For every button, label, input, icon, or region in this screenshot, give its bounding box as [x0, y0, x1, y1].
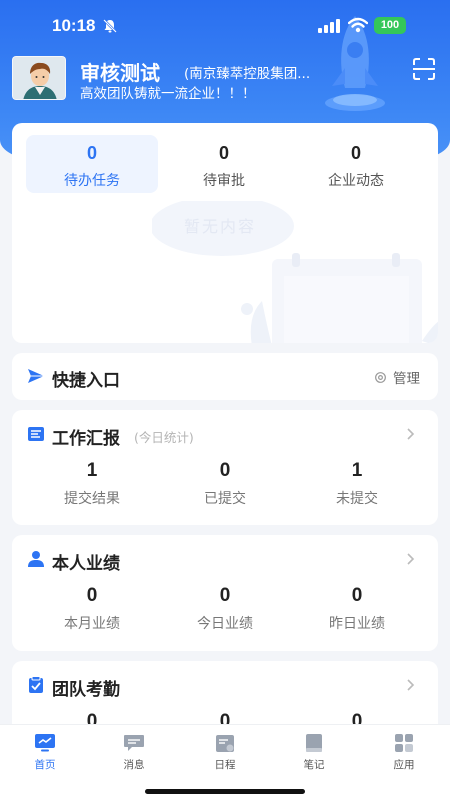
- apps-icon: [395, 734, 413, 752]
- chevron-right-icon: [407, 553, 415, 565]
- stat-not-submitted[interactable]: 1 未提交: [286, 460, 428, 508]
- work-report-subtitle: (今日统计): [134, 430, 194, 445]
- tab-apps[interactable]: 应用: [374, 733, 434, 772]
- stat-yesterday-performance[interactable]: 0 昨日业绩: [286, 585, 428, 633]
- today-performance-label: 今日业绩: [197, 616, 253, 632]
- tab-apps-label: 应用: [393, 759, 415, 771]
- quick-entry-card[interactable]: 快捷入口 管理: [12, 353, 438, 400]
- pending-approval-label: 待审批: [203, 173, 245, 189]
- manage-button[interactable]: 管理: [374, 367, 420, 387]
- tasks-card: 0 待办任务 0 待审批 0 企业动态 暂无内容: [12, 123, 438, 343]
- notebook-icon: [306, 734, 322, 752]
- performance-title: 本人业绩: [52, 554, 120, 574]
- tab-messages-label: 消息: [123, 759, 145, 771]
- pending-tasks-label: 待办任务: [64, 173, 120, 189]
- today-performance-value: 0: [219, 585, 231, 606]
- calendar-icon: [216, 735, 234, 752]
- chevron-right-icon: [407, 679, 415, 691]
- tab-home[interactable]: 首页: [15, 733, 75, 772]
- pending-approval-count: 0: [218, 143, 229, 163]
- clipboard-check-icon: [29, 676, 43, 693]
- user-avatar-icon: [13, 57, 65, 99]
- settings-icon: [375, 371, 386, 383]
- tab-schedule-label: 日程: [214, 759, 236, 771]
- status-time: 10:18: [52, 16, 96, 35]
- wifi-icon: [348, 17, 368, 33]
- submitted-label: 已提交: [204, 491, 246, 507]
- submitted-value: 0: [219, 460, 231, 481]
- company-news-count: 0: [350, 143, 361, 163]
- monthly-performance-value: 0: [86, 585, 98, 606]
- performance-card[interactable]: 本人业绩 0 本月业绩 0 今日业绩 0 昨日业绩: [12, 535, 438, 651]
- home-icon: [35, 734, 55, 752]
- tab-pending-tasks[interactable]: 0 待办任务: [26, 135, 158, 193]
- message-icon: [124, 735, 144, 751]
- submitted-results-label: 提交结果: [64, 491, 120, 507]
- report-icon: [28, 427, 44, 441]
- quick-entry-title: 快捷入口: [52, 371, 120, 391]
- yesterday-performance-value: 0: [351, 585, 363, 606]
- avatar[interactable]: [12, 56, 66, 100]
- company-group: (南京臻萃控股集团...: [184, 66, 311, 82]
- not-submitted-label: 未提交: [336, 491, 378, 507]
- tab-notes[interactable]: 笔记: [284, 733, 344, 772]
- attendance-title: 团队考勤: [52, 680, 120, 700]
- battery-indicator: 100: [374, 17, 406, 34]
- home-indicator: [145, 789, 305, 794]
- submitted-results-value: 1: [86, 460, 98, 481]
- chevron-right-icon: [407, 428, 415, 440]
- tab-notes-label: 笔记: [303, 759, 325, 771]
- tab-company-news[interactable]: 0 企业动态: [290, 135, 422, 193]
- bell-muted-icon: [103, 19, 117, 33]
- status-bar: 10:18 100: [0, 0, 450, 50]
- signal-icon: [318, 19, 340, 33]
- yesterday-performance-label: 昨日业绩: [329, 616, 385, 632]
- scan-icon[interactable]: [412, 58, 436, 80]
- stat-submitted-results[interactable]: 1 提交结果: [21, 460, 163, 508]
- work-report-card[interactable]: 工作汇报 (今日统计) 1 提交结果 0 已提交 1 未提交: [12, 410, 438, 525]
- stat-monthly-performance[interactable]: 0 本月业绩: [21, 585, 163, 633]
- manage-label: 管理: [393, 371, 420, 387]
- send-icon: [28, 369, 44, 383]
- stat-submitted[interactable]: 0 已提交: [154, 460, 296, 508]
- empty-state-text: 暂无内容: [184, 217, 257, 236]
- monthly-performance-label: 本月业绩: [64, 616, 120, 632]
- stat-today-performance[interactable]: 0 今日业绩: [154, 585, 296, 633]
- tab-schedule[interactable]: 日程: [195, 733, 255, 772]
- pending-tasks-count: 0: [86, 143, 97, 163]
- tab-messages[interactable]: 消息: [104, 733, 164, 772]
- company-news-label: 企业动态: [328, 173, 384, 189]
- tab-pending-approval[interactable]: 0 待审批: [158, 135, 290, 193]
- work-report-title: 工作汇报: [52, 429, 120, 449]
- company-slogan: 高效团队铸就一流企业！！！: [80, 86, 256, 102]
- user-icon: [28, 551, 44, 567]
- not-submitted-value: 1: [351, 460, 363, 481]
- tab-home-label: 首页: [34, 759, 56, 771]
